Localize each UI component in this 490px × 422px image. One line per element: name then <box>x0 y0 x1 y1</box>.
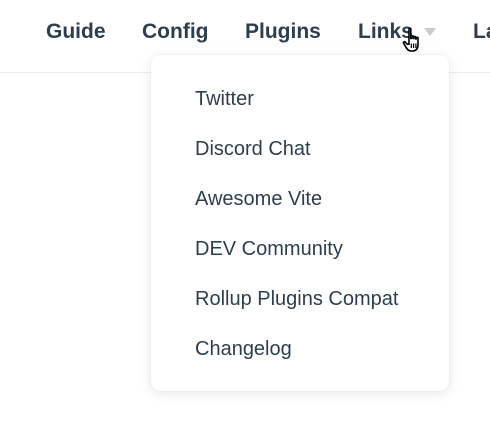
dropdown-list: Twitter Discord Chat Awesome Vite DEV Co… <box>195 85 398 385</box>
nav-link-languages[interactable]: La <box>473 20 490 44</box>
dropdown-item-changelog[interactable]: Changelog <box>195 335 398 385</box>
dropdown-item-rollup-plugins-compat[interactable]: Rollup Plugins Compat <box>195 285 398 335</box>
hand-pointer-icon <box>402 27 419 52</box>
dropdown-item-discord-chat[interactable]: Discord Chat <box>195 135 398 185</box>
dropdown-item-twitter[interactable]: Twitter <box>195 85 398 135</box>
dropdown-item-awesome-vite[interactable]: Awesome Vite <box>195 185 398 235</box>
links-dropdown-menu: Twitter Discord Chat Awesome Vite DEV Co… <box>151 55 449 391</box>
nav-link-plugins[interactable]: Plugins <box>245 20 321 44</box>
nav-link-guide[interactable]: Guide <box>46 20 106 44</box>
nav-link-config[interactable]: Config <box>142 20 208 44</box>
dropdown-item-dev-community[interactable]: DEV Community <box>195 235 398 285</box>
